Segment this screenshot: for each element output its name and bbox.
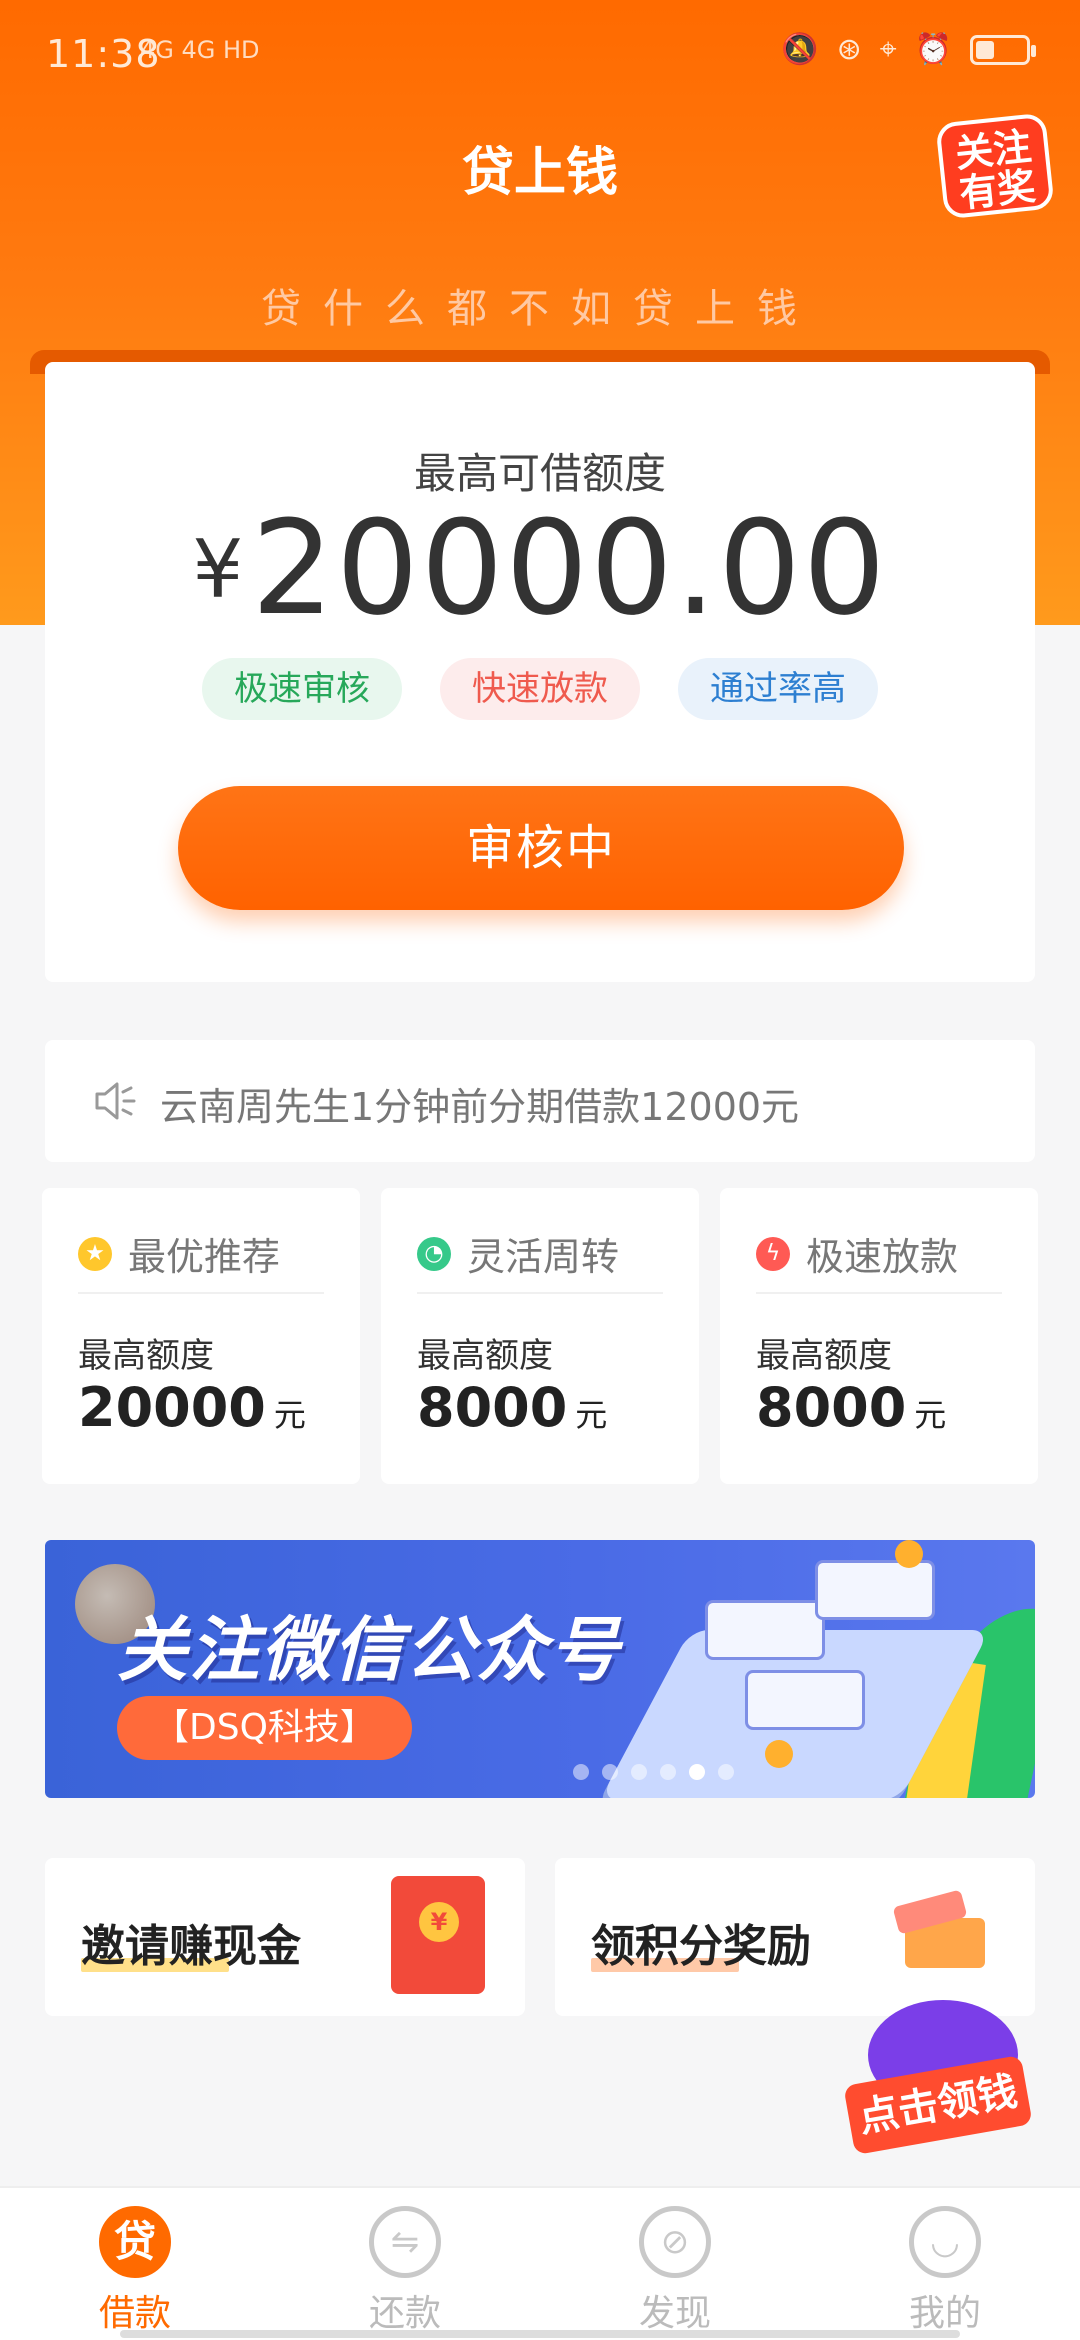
chat-card-illustration (815, 1560, 935, 1620)
star-icon: ★ (78, 1236, 112, 1271)
tab-label: 借款 (98, 2293, 171, 2334)
banner-title: 关注微信公众号 (117, 1609, 621, 1691)
product-card-fast[interactable]: ϟ 极速放款 最高额度 8000 元 (720, 1188, 1038, 1484)
product-name: 最优推荐 (128, 1235, 281, 1279)
product-limit-label: 最高额度 (756, 1336, 892, 1376)
carousel-dot[interactable] (573, 1764, 589, 1780)
product-limit: 8000 元 (417, 1376, 607, 1439)
reward-title: 邀请赚现金 (81, 1921, 301, 1972)
user-icon: ◡ (909, 2206, 981, 2278)
divider (756, 1292, 1002, 1294)
product-unit: 元 (273, 1396, 306, 1434)
tab-borrow[interactable]: 贷 借款 (0, 2188, 270, 2340)
tab-discover[interactable]: ⊘ 发现 (540, 2188, 810, 2340)
product-list: ★ 最优推荐 最高额度 20000 元 ◔ 灵活周转 最高额度 8000 元 ϟ 极… (42, 1188, 1038, 1484)
product-name: 灵活周转 (467, 1235, 620, 1279)
compass-icon: ⊘ (639, 2206, 711, 2278)
product-unit: 元 (914, 1396, 947, 1434)
notice-bar[interactable]: 云南周先生1分钟前分期借款12000元 (45, 1040, 1035, 1162)
tag-fast-disbursal: 快速放款 (440, 658, 640, 720)
carousel-dot[interactable] (660, 1764, 676, 1780)
tab-label: 还款 (368, 2293, 441, 2334)
gift-box-icon (892, 1888, 995, 1968)
product-amount: 8000 (417, 1376, 568, 1439)
chat-card-illustration (705, 1600, 825, 1660)
speaker-icon (95, 1082, 136, 1120)
exchange-icon: ⇋ (369, 2206, 441, 2278)
status-bar: 11:38 4G 4G HD 🔕 ⊛ ⌖ ⏰ (0, 0, 1080, 110)
tag-fast-review: 极速审核 (202, 658, 402, 720)
claim-money-float-button[interactable]: 点击领钱 (843, 2000, 1033, 2156)
product-limit-label: 最高额度 (78, 1336, 214, 1376)
product-amount: 20000 (78, 1376, 266, 1439)
limit-amount: ¥20000.00 (45, 492, 1035, 644)
slogan: 贷什么都不如贷上钱 (261, 286, 819, 332)
tab-repay[interactable]: ⇋ 还款 (270, 2188, 540, 2340)
lightning-icon: ϟ (756, 1236, 790, 1271)
carousel-dot[interactable] (718, 1764, 734, 1780)
invite-cash-card[interactable]: 邀请赚现金 ¥ (45, 1858, 525, 2016)
product-limit: 8000 元 (756, 1376, 946, 1439)
clock-icon: ◔ (417, 1236, 451, 1271)
product-card-flexible[interactable]: ◔ 灵活周转 最高额度 8000 元 (381, 1188, 699, 1484)
alarm-icon: ⏰ (914, 32, 952, 67)
promo-banner[interactable]: 关注微信公众号 【DSQ科技】 (45, 1540, 1035, 1798)
product-card-best[interactable]: ★ 最优推荐 最高额度 20000 元 (42, 1188, 360, 1484)
battery-icon (970, 34, 1036, 65)
product-limit-label: 最高额度 (417, 1336, 553, 1376)
location-icon: ⌖ (879, 32, 897, 67)
loan-limit-card: 最高可借额度 ¥20000.00 极速审核 快速放款 通过率高 审核中 (45, 362, 1035, 982)
tab-label: 我的 (908, 2293, 981, 2334)
coin-icon (895, 1540, 923, 1568)
carousel-dot[interactable] (631, 1764, 647, 1780)
review-status-button[interactable]: 审核中 (178, 786, 904, 910)
product-unit: 元 (575, 1396, 608, 1434)
product-amount: 8000 (756, 1376, 907, 1439)
product-limit: 20000 元 (78, 1376, 306, 1439)
divider (78, 1292, 324, 1294)
currency-symbol: ¥ (192, 523, 244, 616)
tab-label: 发现 (638, 2293, 711, 2334)
page-title: 贷上钱 (461, 143, 618, 203)
reward-title: 领积分奖励 (591, 1921, 811, 1972)
bottom-tab-bar: 贷 借款 ⇋ 还款 ⊘ 发现 ◡ 我的 (0, 2186, 1080, 2340)
carousel-dot[interactable] (602, 1764, 618, 1780)
tab-mine[interactable]: ◡ 我的 (810, 2188, 1080, 2340)
bell-off-icon: 🔕 (781, 32, 819, 67)
red-envelope-icon: ¥ (391, 1876, 485, 1994)
loan-icon: 贷 (99, 2206, 171, 2278)
tag-high-approval: 通过率高 (678, 658, 878, 720)
chat-card-illustration (745, 1670, 865, 1730)
notice-text: 云南周先生1分钟前分期借款12000元 (160, 1085, 800, 1129)
network-indicator: 4G 4G HD (140, 36, 260, 64)
amount-value: 20000.00 (251, 492, 888, 644)
carousel-dot-active[interactable] (689, 1764, 705, 1780)
status-icons: 🔕 ⊛ ⌖ ⏰ (781, 32, 1036, 67)
divider (417, 1292, 663, 1294)
product-name: 极速放款 (806, 1235, 959, 1279)
follow-reward-badge[interactable]: 关注有奖 (935, 112, 1055, 220)
lock-icon: ⊛ (836, 32, 862, 67)
home-indicator[interactable] (120, 2330, 960, 2338)
carousel-indicator (45, 1764, 1035, 1784)
feature-tags: 极速审核 快速放款 通过率高 (45, 658, 1035, 720)
banner-chip: 【DSQ科技】 (117, 1696, 412, 1760)
points-reward-card[interactable]: 领积分奖励 (555, 1858, 1035, 2016)
